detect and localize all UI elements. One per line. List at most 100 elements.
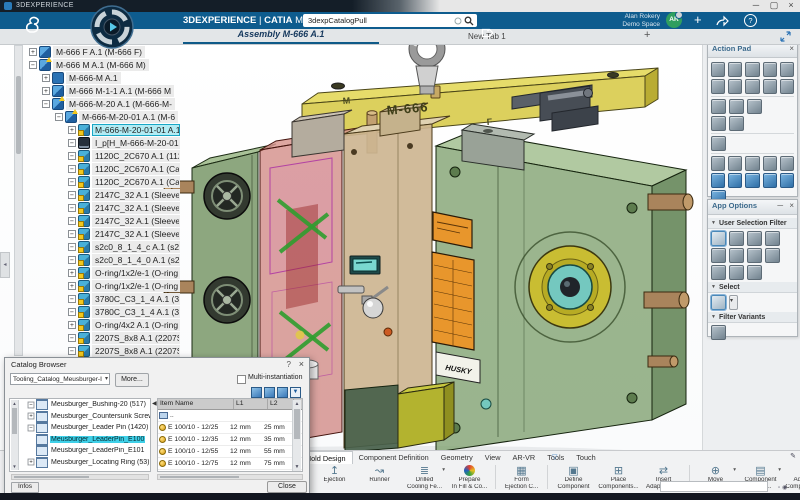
tree-expander-icon[interactable]: +	[42, 74, 50, 82]
status-input-box[interactable]	[660, 481, 768, 492]
catalog-more-button[interactable]: More...	[115, 373, 149, 387]
tree-expander-icon[interactable]: +	[68, 282, 76, 290]
section-collapse-icon[interactable]: ▼	[711, 284, 716, 290]
catalog-close-button[interactable]: Close	[267, 481, 307, 493]
scroll-up-icon[interactable]: ▲	[11, 400, 18, 407]
tree-expander-icon[interactable]: −	[28, 401, 35, 408]
scroll-thumb[interactable]	[12, 408, 17, 434]
cooling-channel-icon[interactable]	[745, 62, 759, 77]
table-row[interactable]: ..	[158, 410, 302, 422]
tree-expander-icon[interactable]: −	[68, 308, 76, 316]
plate-tool-icon[interactable]	[780, 156, 794, 171]
tab-assembly[interactable]: Assembly M-666 A.1	[183, 29, 379, 44]
tree-item[interactable]: +M-666 M-1-1 A.1 (M-666 M	[26, 84, 180, 97]
pick-filter-icon[interactable]	[747, 265, 762, 280]
tree-expander-icon[interactable]: +	[42, 87, 50, 95]
app-options-header[interactable]: App Options ─ ×	[708, 200, 797, 215]
tree-expander-icon[interactable]: +	[68, 321, 76, 329]
tree-expander-icon[interactable]: −	[68, 152, 76, 160]
dropdown-arrow-icon[interactable]: ▾	[733, 467, 736, 473]
tree-item[interactable]: −M-666-M-20 A.1 (M-666-M-	[26, 97, 180, 110]
tree-item[interactable]: −I_p[H_M-666-M-20-01-	[26, 136, 180, 149]
app-options-close-icon[interactable]: ×	[789, 201, 794, 210]
insert-tool-icon[interactable]	[728, 79, 742, 94]
column-header[interactable]: Item Name	[158, 399, 234, 409]
prepare-fill-cool-button[interactable]: PrepareIn Fill & Co...	[447, 464, 492, 491]
runner-button[interactable]: ↝Runner	[357, 464, 402, 484]
ribbon-tab-component-definition[interactable]: Component Definition	[353, 451, 435, 464]
ribbon-tab-view[interactable]: View	[479, 451, 507, 464]
tree-item[interactable]: −2147C_32 A.1 (Sleeve_E	[26, 227, 180, 240]
catalog-tree-item[interactable]: Meusburger_LeaderPin_E101	[36, 445, 150, 457]
variant-filter-icon[interactable]	[711, 325, 726, 340]
clear-search-icon[interactable]	[454, 17, 462, 25]
grid-view-icon[interactable]	[251, 387, 262, 398]
catalog-tree-item[interactable]: +Meusburger_Locating Ring (53)	[27, 457, 150, 469]
view-iso-icon[interactable]	[711, 173, 725, 188]
tree-item[interactable]: −2147C_32 A.1 (Sleeve_E	[26, 188, 180, 201]
tree-expander-icon[interactable]: −	[68, 347, 76, 355]
catalog-tree-scrollbar[interactable]: ▲ ▼	[11, 400, 19, 470]
sync-tool-icon[interactable]	[780, 79, 794, 94]
filter-icon[interactable]: ▼	[290, 387, 301, 398]
ribbon-tab-ar-vr[interactable]: AR-VR	[506, 451, 541, 464]
tree-expander-icon[interactable]: −	[68, 243, 76, 251]
global-search[interactable]	[303, 14, 477, 27]
trim-tool-icon[interactable]	[711, 62, 725, 77]
catalog-close-icon[interactable]: ×	[299, 359, 304, 369]
mechanical-filter-icon[interactable]	[711, 265, 726, 280]
tree-item[interactable]: +O-ring/4x2 A.1 (O-ring	[26, 318, 180, 331]
infos-button[interactable]: Infos	[11, 482, 39, 493]
action-pad-header[interactable]: Action Pad ×	[708, 43, 797, 58]
search-icon[interactable]	[464, 16, 474, 26]
column-header[interactable]: L2	[268, 399, 294, 409]
tree-item[interactable]: +O-ring/1x2/e-1 (O-ring	[26, 279, 180, 292]
form-ejection-button[interactable]: ▦FormEjection C...	[499, 464, 544, 491]
catalog-help-icon[interactable]: ?	[287, 360, 291, 369]
new-tab-button[interactable]: +	[644, 29, 650, 41]
user-menu[interactable]: Alan Rokery Demo Space	[592, 13, 660, 28]
tree-item[interactable]: −1120C_2C670 A.1 (112	[26, 149, 180, 162]
tree-item[interactable]: +M-666-M A.1	[26, 71, 180, 84]
table-row[interactable]: E 100/10 - 12/5512 mm55 mm	[158, 446, 302, 458]
tree-expander-icon[interactable]: +	[28, 459, 35, 466]
splitter-arrow-icon[interactable]: ◀	[152, 400, 157, 407]
add-content-icon[interactable]: +	[694, 12, 702, 27]
table-row[interactable]: E 100/10 - 12/3512 mm35 mm	[158, 434, 302, 446]
view-top-icon[interactable]	[780, 173, 794, 188]
view-section-icon[interactable]	[728, 173, 742, 188]
tree-item[interactable]: −3780C_C3_1_4 A.1 (3F	[26, 292, 180, 305]
tree-expander-icon[interactable]: +	[68, 269, 76, 277]
press-tool-icon[interactable]	[780, 62, 794, 77]
link-tool-icon[interactable]	[745, 156, 759, 171]
tree-item[interactable]: −3780C_C3_1_4 A.1 (3F	[26, 305, 180, 318]
swap-tool-icon[interactable]	[763, 79, 777, 94]
locating-ring[interactable]	[515, 232, 625, 342]
tree-item[interactable]: +O-ring/1x2/e-1 (O-ring	[26, 266, 180, 279]
list-tool-icon[interactable]	[711, 136, 726, 151]
mold-split-icon[interactable]	[711, 79, 725, 94]
tree-scrollbar-thumb[interactable]	[16, 76, 21, 154]
list-view-icon[interactable]	[264, 387, 275, 398]
width-tool-icon[interactable]	[729, 99, 744, 114]
tree-item[interactable]: −1120C_2C670 A.1 (Cap6	[26, 162, 180, 175]
place-components-button[interactable]: ⊞PlaceComponents...	[596, 464, 641, 491]
tree-expander-icon[interactable]: −	[68, 204, 76, 212]
plates-tool-icon[interactable]	[711, 99, 726, 114]
tree-expander-icon[interactable]: −	[68, 178, 76, 186]
anchor-tool-icon[interactable]	[711, 156, 725, 171]
table-row[interactable]: E 100/10 - 12/2512 mm25 mm	[158, 422, 302, 434]
section-header[interactable]: ▼User Selection Filter	[708, 218, 797, 229]
curve-filter-icon[interactable]	[747, 231, 762, 246]
catalog-tree-item[interactable]: Meusburger_LeaderPin_E100	[36, 434, 150, 446]
tree-item[interactable]: −1120C_2C670 A.1 (Cap6	[26, 175, 180, 188]
filter-funnel-icon[interactable]	[711, 231, 726, 246]
stack-plates-icon[interactable]	[763, 62, 777, 77]
tree-expander-icon[interactable]: −	[68, 334, 76, 342]
view-right-icon[interactable]	[763, 173, 777, 188]
avatar[interactable]: AR	[666, 12, 682, 28]
more-tabs-chevron-icon[interactable]: ▽	[548, 451, 561, 461]
parts-tool-icon[interactable]	[729, 116, 744, 131]
multi-instantiation-checkbox[interactable]	[237, 375, 246, 384]
action-pad-close-icon[interactable]: ×	[789, 44, 794, 53]
